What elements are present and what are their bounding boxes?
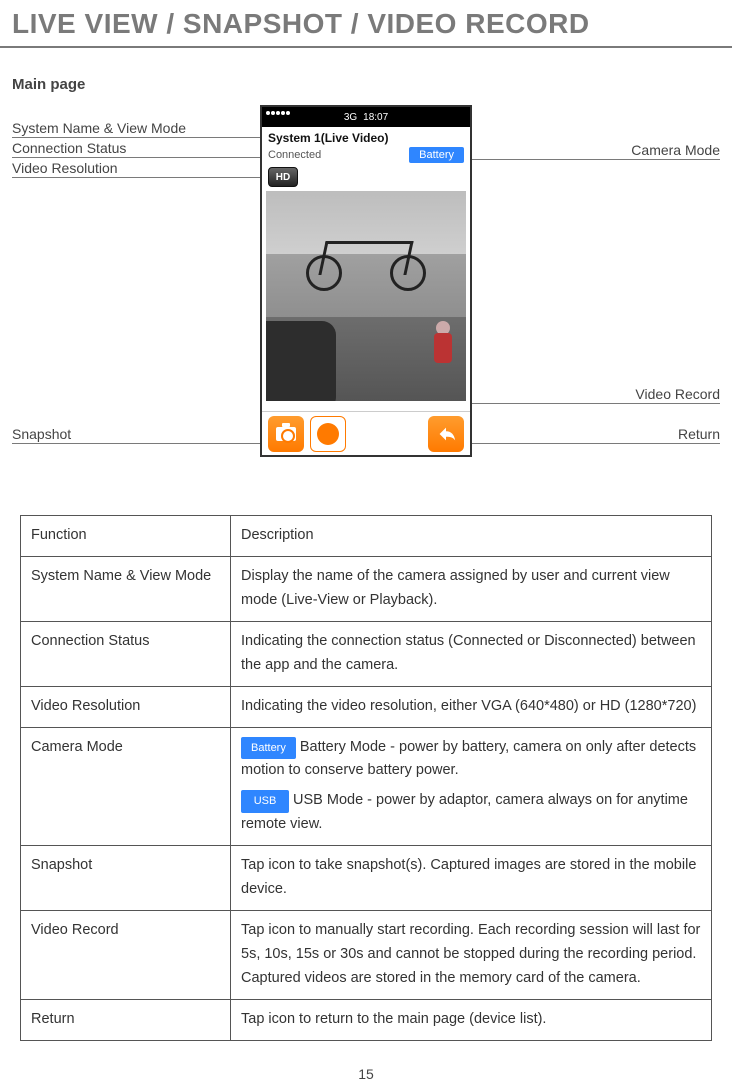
cell-function: Snapshot bbox=[21, 846, 231, 911]
table-row: Video Resolution Indicating the video re… bbox=[21, 686, 712, 727]
cell-description: Display the name of the camera assigned … bbox=[231, 556, 712, 621]
usb-desc: USB Mode - power by adaptor, camera alwa… bbox=[241, 792, 688, 832]
table-row: Camera Mode Battery Battery Mode - power… bbox=[21, 727, 712, 846]
cell-description: Indicating the connection status (Connec… bbox=[231, 621, 712, 686]
table-header-row: Function Description bbox=[21, 516, 712, 557]
cell-function: Connection Status bbox=[21, 621, 231, 686]
table-row: System Name & View Mode Display the name… bbox=[21, 556, 712, 621]
connection-status-text: Connected bbox=[268, 149, 321, 161]
callout-snapshot: Snapshot bbox=[12, 425, 260, 444]
car-illustration bbox=[266, 321, 336, 401]
person-illustration bbox=[430, 321, 456, 381]
callout-return: Return bbox=[472, 425, 720, 444]
callout-system-name: System Name & View Mode bbox=[12, 119, 260, 138]
callout-connection-status: Connection Status bbox=[12, 139, 260, 158]
phone-mock: 3G 18:07 System 1(Live Video) Connected … bbox=[260, 105, 472, 457]
connection-line: Connected Battery bbox=[262, 145, 470, 165]
page-title: LIVE VIEW / SNAPSHOT / VIDEO RECORD bbox=[0, 0, 732, 48]
table-row: Return Tap icon to return to the main pa… bbox=[21, 999, 712, 1040]
bike-illustration bbox=[306, 231, 426, 291]
snapshot-button[interactable] bbox=[268, 416, 304, 452]
callout-camera-mode: Camera Mode bbox=[472, 141, 720, 160]
function-table: Function Description System Name & View … bbox=[20, 515, 712, 1041]
cell-description: Indicating the video resolution, either … bbox=[231, 686, 712, 727]
signal-dots-icon bbox=[266, 111, 290, 115]
battery-desc: Battery Mode - power by battery, camera … bbox=[241, 739, 696, 779]
cell-function: Video Record bbox=[21, 911, 231, 1000]
status-time: 18:07 bbox=[363, 112, 388, 123]
cell-function: System Name & View Mode bbox=[21, 556, 231, 621]
phone-status-bar: 3G 18:07 bbox=[262, 107, 470, 127]
status-network: 3G bbox=[344, 112, 357, 123]
callout-video-resolution: Video Resolution bbox=[12, 159, 260, 178]
cell-function: Video Resolution bbox=[21, 686, 231, 727]
record-icon bbox=[317, 423, 339, 445]
table-row: Snapshot Tap icon to take snapshot(s). C… bbox=[21, 846, 712, 911]
callout-video-record: Video Record bbox=[472, 385, 720, 404]
table-row: Connection Status Indicating the connect… bbox=[21, 621, 712, 686]
cell-description: Tap icon to return to the main page (dev… bbox=[231, 999, 712, 1040]
usb-tag: USB bbox=[241, 790, 289, 812]
system-name-line: System 1(Live Video) bbox=[262, 127, 470, 145]
cell-description: Tap icon to take snapshot(s). Captured i… bbox=[231, 846, 712, 911]
return-button[interactable] bbox=[428, 416, 464, 452]
subheading: Main page bbox=[12, 76, 732, 93]
cell-description: Tap icon to manually start recording. Ea… bbox=[231, 911, 712, 1000]
camera-mode-badge[interactable]: Battery bbox=[409, 147, 464, 163]
table-row: Video Record Tap icon to manually start … bbox=[21, 911, 712, 1000]
cell-function: Return bbox=[21, 999, 231, 1040]
header-function: Function bbox=[21, 516, 231, 557]
cell-description: Battery Battery Mode - power by battery,… bbox=[231, 727, 712, 846]
header-description: Description bbox=[231, 516, 712, 557]
cell-function: Camera Mode bbox=[21, 727, 231, 846]
diagram-area: System Name & View Mode Connection Statu… bbox=[12, 105, 720, 485]
page-number: 15 bbox=[0, 1066, 732, 1082]
camera-icon bbox=[276, 427, 296, 441]
phone-bottom-toolbar bbox=[262, 411, 470, 455]
return-arrow-icon bbox=[435, 423, 457, 445]
live-video-preview[interactable] bbox=[266, 191, 466, 401]
hd-badge-icon: HD bbox=[268, 167, 298, 187]
battery-tag: Battery bbox=[241, 737, 296, 759]
record-button[interactable] bbox=[310, 416, 346, 452]
